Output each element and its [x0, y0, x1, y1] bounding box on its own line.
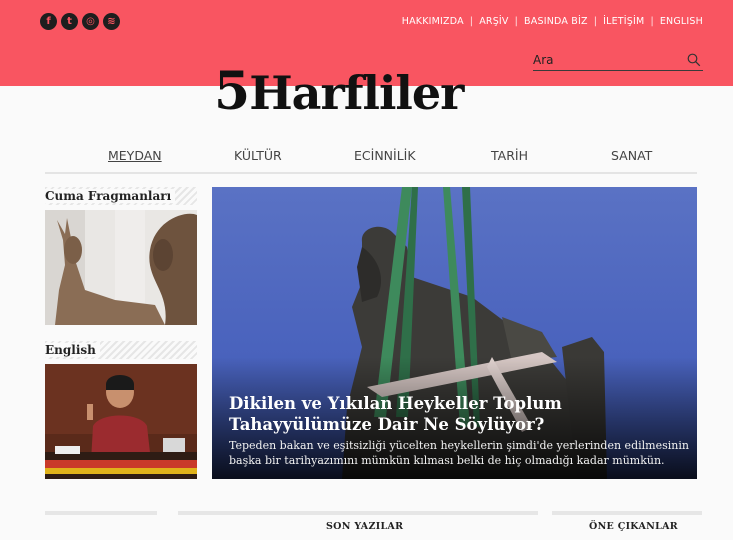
deer-image — [45, 210, 197, 325]
section-heading-latest: SON YAZILAR — [326, 521, 404, 532]
instagram-icon[interactable]: ◎ — [82, 13, 99, 30]
featured-article-title[interactable]: Dikilen ve Yıkılan Heykeller Toplum Taha… — [229, 393, 679, 435]
topnav-separator: | — [650, 16, 654, 27]
featured-article[interactable]: Dikilen ve Yıkılan Heykeller Toplum Taha… — [212, 187, 697, 479]
statue-image — [212, 187, 697, 479]
logo-number: 5 — [214, 61, 250, 122]
search-icon[interactable] — [687, 53, 701, 67]
divider — [45, 511, 157, 515]
nav-item-ecinnilik[interactable]: ECİNNİLİK — [354, 148, 416, 163]
social-links: f t ◎ ≋ — [40, 13, 120, 30]
speaker-image — [45, 364, 197, 479]
sidebar-section-title[interactable]: English — [45, 343, 100, 357]
sidebar-section-title[interactable]: Cuma Fragmanları — [45, 189, 176, 203]
search-input[interactable] — [533, 52, 673, 68]
site-logo[interactable]: 5Harfliler — [214, 62, 534, 122]
sidebar-section-heading: English — [45, 341, 197, 359]
top-nav: HAKKIMIZDA | ARŞİV | BASINDA BİZ | İLETİ… — [402, 16, 703, 27]
divider — [178, 511, 538, 515]
topnav-separator: | — [469, 16, 474, 27]
logo-name: Harfliler — [249, 66, 464, 120]
facebook-icon[interactable]: f — [40, 13, 57, 30]
nav-item-kultur[interactable]: KÜLTÜR — [234, 148, 282, 163]
topnav-separator: | — [593, 16, 598, 27]
twitter-icon[interactable]: t — [61, 13, 78, 30]
section-heading-featured: ÖNE ÇIKANLAR — [589, 521, 678, 532]
featured-article-excerpt: Tepeden bakan ve eşitsizliği yücelten he… — [229, 439, 689, 467]
sidebar-thumbnail-deer[interactable] — [45, 210, 197, 325]
sidebar-thumbnail-speaker[interactable] — [45, 364, 197, 479]
topnav-link-press[interactable]: BASINDA BİZ — [524, 16, 588, 27]
rss-icon[interactable]: ≋ — [103, 13, 120, 30]
divider — [552, 511, 702, 515]
sidebar-section-heading: Cuma Fragmanları — [45, 187, 197, 205]
nav-item-tarih[interactable]: TARİH — [491, 148, 528, 163]
search-box — [533, 52, 703, 71]
topnav-link-english[interactable]: ENGLISH — [660, 16, 703, 27]
topnav-link-about[interactable]: HAKKIMIZDA — [402, 16, 464, 27]
nav-item-sanat[interactable]: SANAT — [611, 148, 652, 163]
topnav-separator: | — [514, 16, 519, 27]
nav-item-meydan[interactable]: MEYDAN — [108, 148, 162, 163]
main-nav: MEYDAN KÜLTÜR ECİNNİLİK TARİH SANAT — [45, 142, 697, 174]
topnav-link-archive[interactable]: ARŞİV — [479, 16, 508, 27]
topnav-link-contact[interactable]: İLETİŞİM — [603, 16, 644, 27]
